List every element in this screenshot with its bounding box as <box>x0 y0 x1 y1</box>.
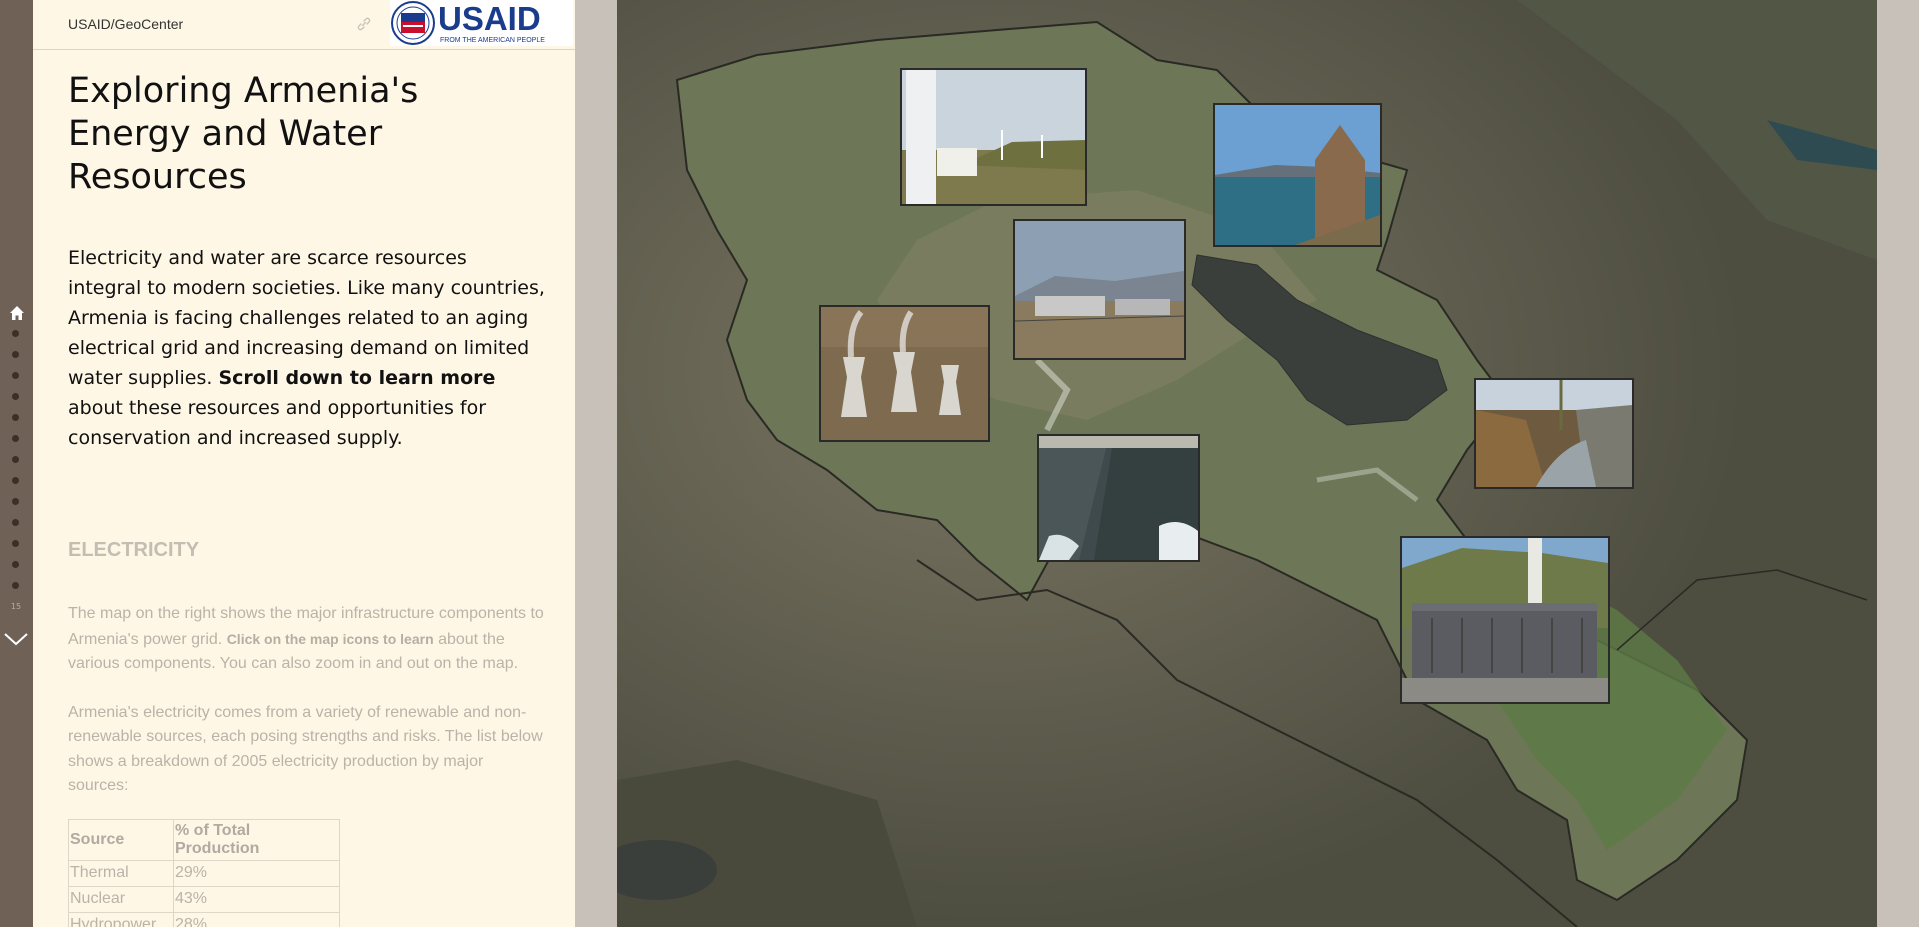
table-cell: Hydropower <box>68 911 174 927</box>
nav-dot[interactable] <box>12 330 19 337</box>
nuclear-cooling-towers-photo[interactable] <box>819 305 990 442</box>
table-cell: 43% <box>173 885 340 913</box>
wind-turbines-image <box>902 70 1085 204</box>
nav-dot[interactable] <box>12 582 19 589</box>
river-gorge-image <box>1476 380 1632 487</box>
lake-monastery-image <box>1215 105 1380 245</box>
intro-text-end: about these resources and opportunities … <box>68 397 487 449</box>
nav-dot[interactable] <box>12 414 19 421</box>
hydropower-station-photo[interactable] <box>1400 536 1610 704</box>
nav-dot[interactable] <box>12 498 19 505</box>
story-content: Exploring Armenia's Energy and Water Res… <box>68 70 548 927</box>
table-row: Thermal 29% <box>68 859 340 887</box>
page-title: Exploring Armenia's Energy and Water Res… <box>68 71 419 197</box>
river-gorge-photo[interactable] <box>1474 378 1634 489</box>
nav-dot[interactable] <box>12 540 19 547</box>
table-header: % of Total Production <box>173 818 340 861</box>
nav-dot[interactable] <box>12 351 19 358</box>
table-cell: Nuclear <box>68 885 174 913</box>
table-header: Source <box>68 818 174 861</box>
story-nav-rail: 15 <box>0 0 33 927</box>
fish-farm-photo[interactable] <box>1037 434 1200 562</box>
chevron-down-icon[interactable] <box>3 630 29 648</box>
map-view[interactable] <box>617 0 1877 927</box>
paragraph-emphasis: Click on the map icons to learn <box>226 630 434 647</box>
lake-monastery-photo[interactable] <box>1213 103 1382 247</box>
section-count: 15 <box>10 602 22 611</box>
logo-tagline: FROM THE AMERICAN PEOPLE <box>440 37 545 44</box>
nav-dot[interactable] <box>12 435 19 442</box>
intro-emphasis: Scroll down to learn more <box>218 367 496 389</box>
section-dots <box>12 330 20 603</box>
hydropower-image <box>1402 538 1608 702</box>
table-header-row: Source % of Total Production <box>68 818 340 861</box>
wind-turbines-photo[interactable] <box>900 68 1087 206</box>
nav-dot[interactable] <box>12 561 19 568</box>
electricity-sources-table: Source % of Total Production Thermal 29%… <box>68 818 340 927</box>
nav-dot[interactable] <box>12 456 19 463</box>
nav-dot[interactable] <box>12 372 19 379</box>
link-icon[interactable] <box>356 16 372 32</box>
nav-dot[interactable] <box>12 519 19 526</box>
logo-text: USAID <box>438 0 541 37</box>
electricity-paragraph-2: Armenia's electricity comes from a varie… <box>68 703 543 795</box>
table-row: Nuclear 43% <box>68 885 340 913</box>
table-cell: 29% <box>173 859 340 887</box>
cooling-towers-image <box>821 307 988 440</box>
thermal-power-plant-photo[interactable] <box>1013 219 1186 360</box>
table-row: Hydropower 28% <box>68 911 340 927</box>
usaid-logo[interactable]: USAID FROM THE AMERICAN PEOPLE <box>390 0 573 46</box>
side-panel: USAID/GeoCenter USAID FROM THE AMERICAN … <box>33 0 575 927</box>
nav-dot[interactable] <box>12 477 19 484</box>
nav-dot[interactable] <box>12 393 19 400</box>
panel-header: USAID/GeoCenter USAID FROM THE AMERICAN … <box>33 0 575 50</box>
electricity-paragraph-1: The map on the right shows the major inf… <box>68 602 546 677</box>
fish-farm-image <box>1039 436 1198 560</box>
table-cell: Thermal <box>68 859 174 887</box>
organization-label: USAID/GeoCenter <box>68 16 184 32</box>
section-heading: ELECTRICITY <box>68 539 200 561</box>
home-icon[interactable] <box>9 305 25 321</box>
intro-paragraph: Electricity and water are scarce resourc… <box>68 243 546 453</box>
thermal-plant-image <box>1015 221 1184 358</box>
table-cell: 28% <box>173 911 340 927</box>
